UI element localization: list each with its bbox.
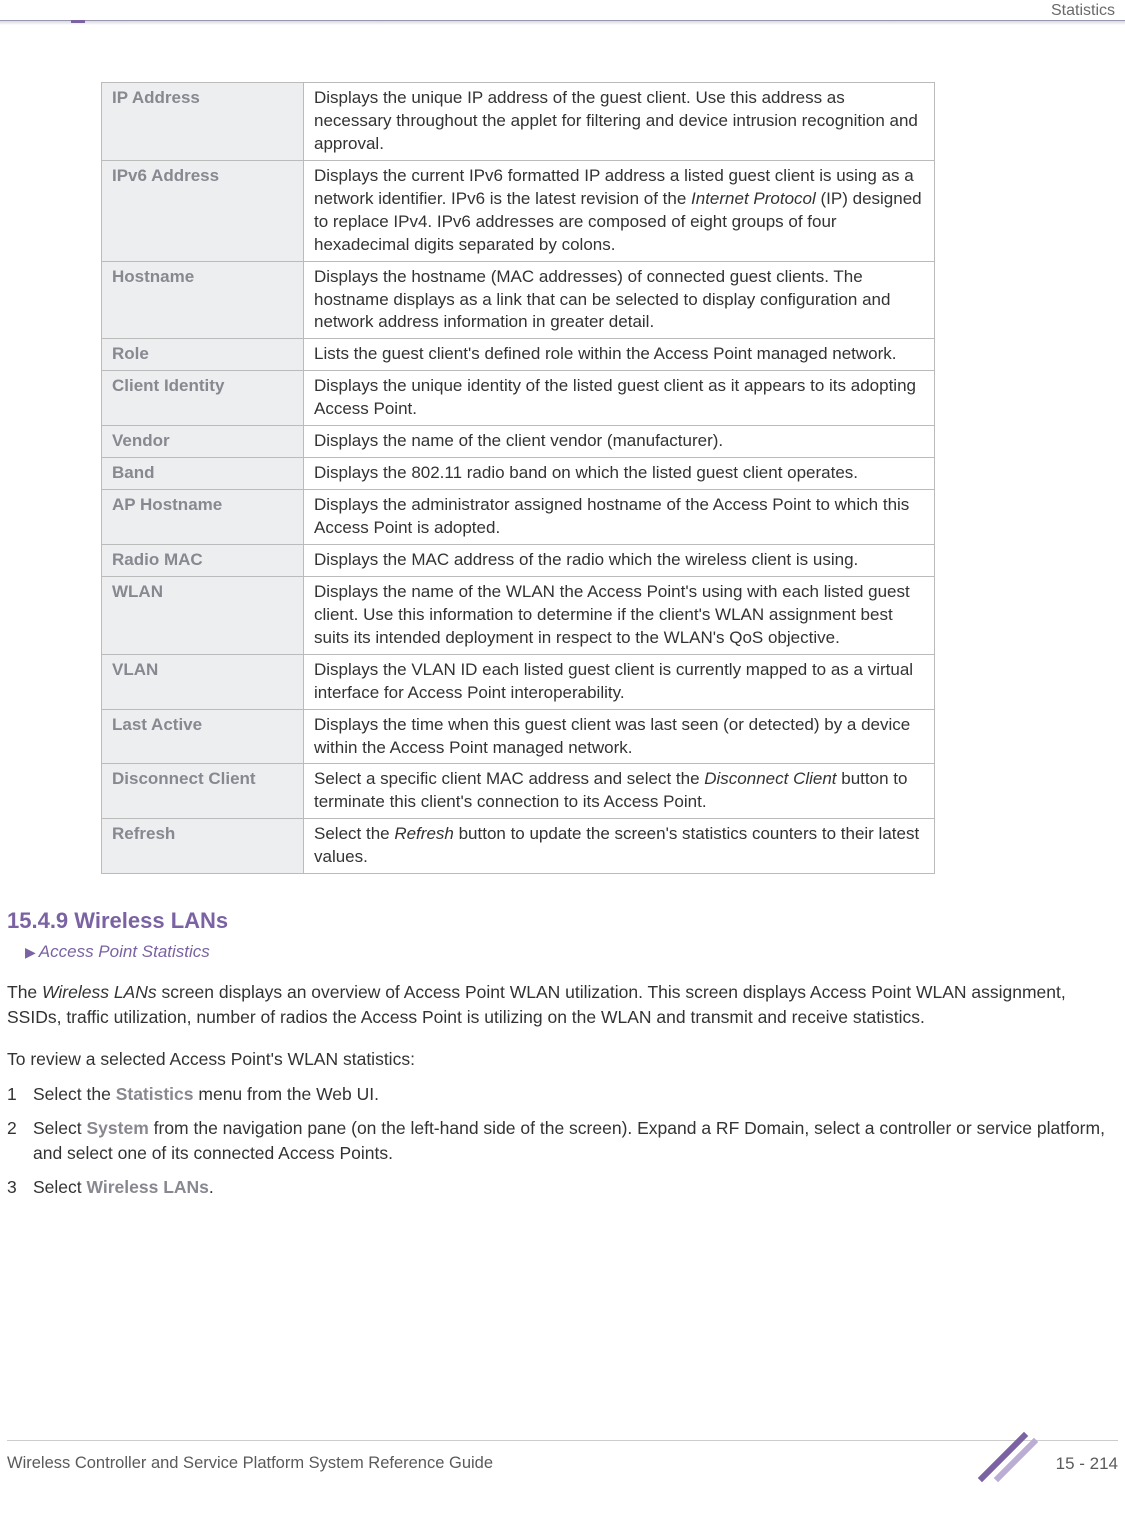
step-item: 2 Select System from the navigation pane … xyxy=(7,1116,1118,1165)
step-number: 1 xyxy=(7,1082,17,1107)
step-post: . xyxy=(209,1177,214,1197)
field-definitions-table: IP AddressDisplays the unique IP address… xyxy=(101,82,935,874)
step-pre: Select xyxy=(33,1118,87,1138)
desc-em: Refresh xyxy=(394,824,454,843)
steps-list: 1 Select the Statistics menu from the Web… xyxy=(7,1082,1118,1200)
table-row: HostnameDisplays the hostname (MAC addre… xyxy=(102,261,935,339)
section-breadcrumb: ▶Access Point Statistics xyxy=(25,942,1118,962)
table-row: VLANDisplays the VLAN ID each listed gue… xyxy=(102,654,935,709)
field-label: Hostname xyxy=(102,261,304,339)
page-number: 15 - 214 xyxy=(1056,1454,1118,1474)
field-description: Displays the VLAN ID each listed guest c… xyxy=(304,654,935,709)
field-label: Disconnect Client xyxy=(102,764,304,819)
field-label: Client Identity xyxy=(102,371,304,426)
step-post: menu from the Web UI. xyxy=(194,1084,379,1104)
header-accent xyxy=(71,20,85,23)
field-label: Radio MAC xyxy=(102,544,304,576)
table-row: IP AddressDisplays the unique IP address… xyxy=(102,83,935,161)
field-label: VLAN xyxy=(102,654,304,709)
field-label: Vendor xyxy=(102,426,304,458)
footer-rule xyxy=(7,1440,1118,1441)
field-description: Displays the 802.11 radio band on which … xyxy=(304,458,935,490)
table-row: WLANDisplays the name of the WLAN the Ac… xyxy=(102,576,935,654)
field-description: Select the Refresh button to update the … xyxy=(304,819,935,874)
breadcrumb-arrow-icon: ▶ xyxy=(25,944,36,960)
intro-pre: The xyxy=(7,982,42,1002)
table-row: Disconnect ClientSelect a specific clien… xyxy=(102,764,935,819)
field-label: IPv6 Address xyxy=(102,160,304,261)
table-row: VendorDisplays the name of the client ve… xyxy=(102,426,935,458)
field-label: WLAN xyxy=(102,576,304,654)
field-label: AP Hostname xyxy=(102,490,304,545)
field-label: Refresh xyxy=(102,819,304,874)
page-footer: Wireless Controller and Service Platform… xyxy=(7,1440,1118,1490)
intro-paragraph: The Wireless LANs screen displays an ove… xyxy=(7,980,1118,1029)
step-post: from the navigation pane (on the left-ha… xyxy=(33,1118,1105,1163)
step-number: 2 xyxy=(7,1116,17,1141)
step-number: 3 xyxy=(7,1175,17,1200)
intro-post: screen displays an overview of Access Po… xyxy=(7,982,1066,1027)
field-description: Lists the guest client's defined role wi… xyxy=(304,339,935,371)
field-label: Last Active xyxy=(102,709,304,764)
field-description: Displays the time when this guest client… xyxy=(304,709,935,764)
table-row: RoleLists the guest client's defined rol… xyxy=(102,339,935,371)
field-description: Displays the MAC address of the radio wh… xyxy=(304,544,935,576)
section-heading: 15.4.9 Wireless LANs xyxy=(7,908,1118,934)
field-label: Role xyxy=(102,339,304,371)
table-row: Client IdentityDisplays the unique ident… xyxy=(102,371,935,426)
table-row: Radio MACDisplays the MAC address of the… xyxy=(102,544,935,576)
field-description: Displays the name of the client vendor (… xyxy=(304,426,935,458)
field-description: Displays the name of the WLAN the Access… xyxy=(304,576,935,654)
step-keyword: Statistics xyxy=(116,1084,194,1104)
field-description: Displays the unique IP address of the gu… xyxy=(304,83,935,161)
field-label: IP Address xyxy=(102,83,304,161)
step-pre: Select the xyxy=(33,1084,116,1104)
table-row: Last ActiveDisplays the time when this g… xyxy=(102,709,935,764)
desc-pre: Select a specific client MAC address and… xyxy=(314,769,704,788)
breadcrumb-text: Access Point Statistics xyxy=(39,942,210,961)
intro-em: Wireless LANs xyxy=(42,982,157,1002)
desc-em: Internet Protocol xyxy=(691,189,816,208)
footer-logo-icon xyxy=(976,1428,1038,1484)
field-description: Displays the current IPv6 formatted IP a… xyxy=(304,160,935,261)
table-row: IPv6 AddressDisplays the current IPv6 fo… xyxy=(102,160,935,261)
field-description: Displays the unique identity of the list… xyxy=(304,371,935,426)
page-content: IP AddressDisplays the unique IP address… xyxy=(7,82,1118,1217)
header-section-label: Statistics xyxy=(1051,2,1115,20)
field-description: Select a specific client MAC address and… xyxy=(304,764,935,819)
step-pre: Select xyxy=(33,1177,87,1197)
field-description: Displays the hostname (MAC addresses) of… xyxy=(304,261,935,339)
step-item: 3 Select Wireless LANs. xyxy=(7,1175,1118,1200)
table-row: RefreshSelect the Refresh button to upda… xyxy=(102,819,935,874)
field-label: Band xyxy=(102,458,304,490)
step-item: 1 Select the Statistics menu from the Web… xyxy=(7,1082,1118,1107)
desc-em: Disconnect Client xyxy=(704,769,836,788)
step-keyword: System xyxy=(87,1118,149,1138)
field-description: Displays the administrator assigned host… xyxy=(304,490,935,545)
lead-sentence: To review a selected Access Point's WLAN… xyxy=(7,1047,1118,1072)
footer-guide-title: Wireless Controller and Service Platform… xyxy=(7,1454,493,1473)
table-row: AP HostnameDisplays the administrator as… xyxy=(102,490,935,545)
step-keyword: Wireless LANs xyxy=(87,1177,209,1197)
header-rule xyxy=(0,20,1125,25)
table-row: BandDisplays the 802.11 radio band on wh… xyxy=(102,458,935,490)
desc-pre: Select the xyxy=(314,824,394,843)
